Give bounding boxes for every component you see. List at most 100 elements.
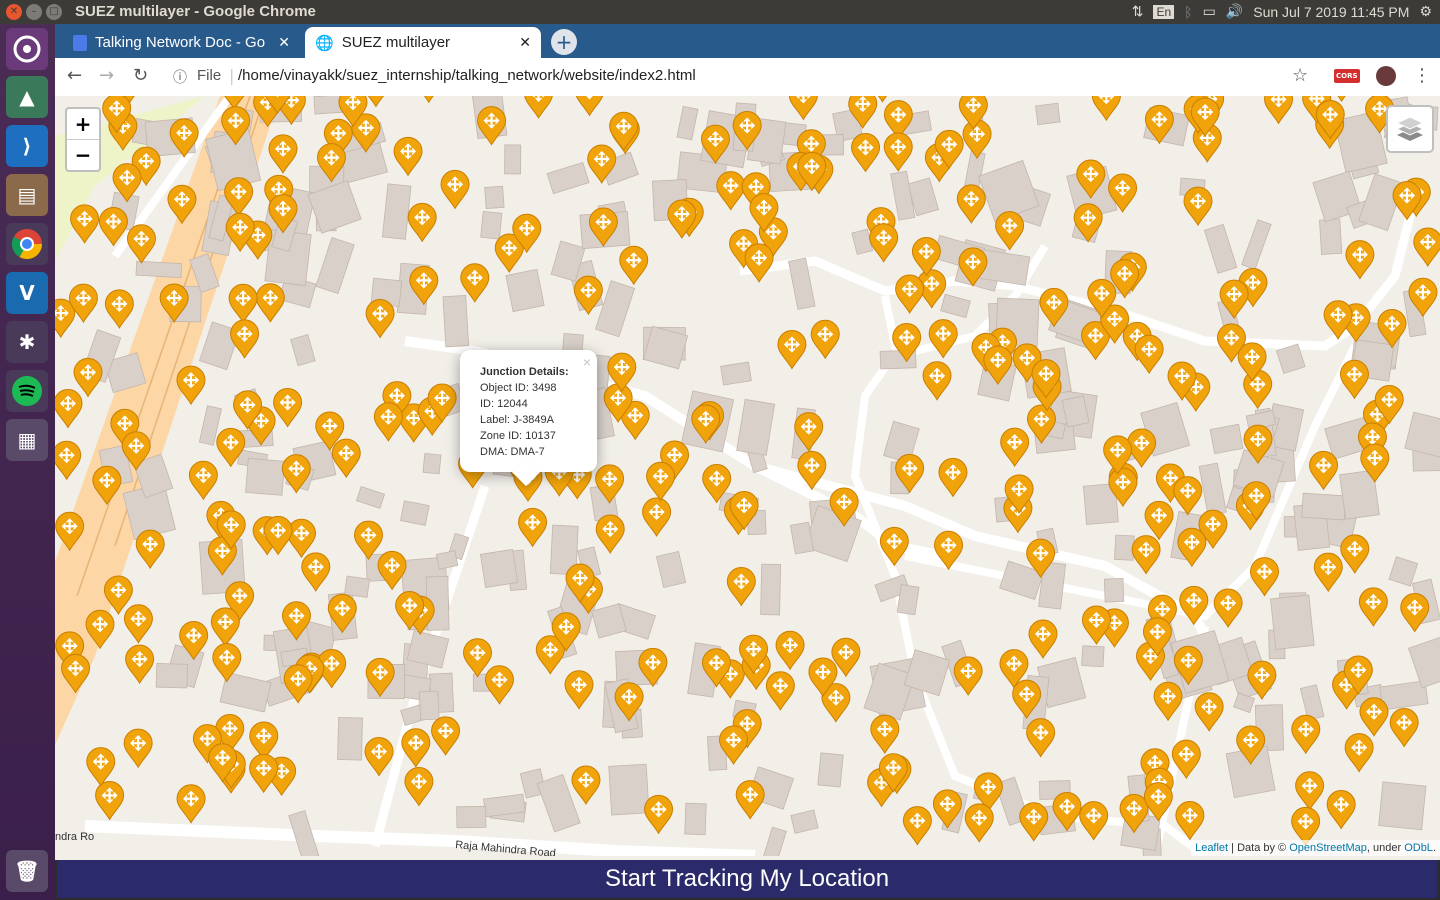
junction-marker[interactable]: [1340, 534, 1370, 574]
trash-icon[interactable]: 🗑: [6, 850, 48, 892]
spotify-icon[interactable]: [6, 370, 48, 412]
junction-marker[interactable]: [777, 330, 807, 370]
reload-button[interactable]: ↻: [133, 65, 148, 86]
junction-marker[interactable]: [415, 96, 443, 104]
junction-marker[interactable]: [377, 551, 407, 591]
junction-marker[interactable]: [911, 237, 941, 277]
junction-marker[interactable]: [995, 211, 1025, 251]
junction-marker[interactable]: [744, 243, 774, 283]
window-minimize-button[interactable]: –: [26, 4, 42, 20]
junction-marker[interactable]: [1028, 619, 1058, 659]
junction-marker[interactable]: [431, 716, 461, 756]
junction-marker[interactable]: [956, 184, 986, 224]
junction-marker[interactable]: [373, 402, 403, 442]
junction-marker[interactable]: [55, 440, 82, 481]
junction-marker[interactable]: [964, 803, 994, 843]
junction-marker[interactable]: [1091, 96, 1121, 122]
junction-marker[interactable]: [210, 607, 240, 647]
junction-marker[interactable]: [788, 96, 818, 121]
junction-marker[interactable]: [176, 365, 206, 406]
junction-marker[interactable]: [1344, 733, 1374, 773]
popup-close-button[interactable]: ×: [583, 354, 591, 370]
osm-link[interactable]: OpenStreetMap: [1289, 842, 1367, 854]
junction-marker[interactable]: [104, 289, 134, 329]
junction-marker[interactable]: [1295, 771, 1325, 811]
junction-marker[interactable]: [1339, 359, 1369, 400]
junction-marker[interactable]: [1243, 369, 1273, 410]
junction-marker[interactable]: [869, 223, 899, 263]
ubuntu-dash-icon[interactable]: [6, 28, 48, 70]
chrome-icon[interactable]: [6, 223, 48, 265]
junction-marker[interactable]: [463, 638, 493, 678]
zoom-out-button[interactable]: −: [67, 140, 99, 170]
junction-marker[interactable]: [646, 461, 676, 502]
junction-marker[interactable]: [571, 765, 601, 805]
junction-marker[interactable]: [1177, 527, 1207, 568]
clock[interactable]: Sun Jul 7 2019 11:45 PM: [1253, 4, 1409, 20]
tab-close-icon[interactable]: ✕: [519, 34, 531, 51]
junction-marker[interactable]: [1134, 334, 1164, 375]
junction-marker[interactable]: [619, 245, 649, 286]
junction-marker[interactable]: [73, 357, 103, 398]
back-button[interactable]: ←: [67, 65, 82, 86]
junction-marker[interactable]: [810, 319, 840, 360]
junction-marker[interactable]: [1173, 476, 1203, 516]
junction-marker[interactable]: [644, 794, 674, 835]
junction-marker[interactable]: [1026, 718, 1056, 758]
junction-marker[interactable]: [1079, 801, 1109, 841]
tab-suez-multilayer[interactable]: 🌐 SUEZ multilayer ✕: [305, 27, 541, 58]
junction-marker[interactable]: [401, 728, 431, 768]
junction-marker[interactable]: [1183, 186, 1213, 227]
forward-button[interactable]: →: [99, 65, 114, 86]
tab-talking-network-doc[interactable]: Talking Network Doc - Go ✕: [63, 27, 300, 58]
junction-marker[interactable]: [249, 753, 279, 794]
leaflet-map[interactable]: Raja Mahindra Road ndra Ro + − × Junctio…: [55, 96, 1440, 856]
junction-marker[interactable]: [125, 644, 155, 685]
junction-marker[interactable]: [268, 134, 298, 174]
junction-marker[interactable]: [95, 781, 125, 821]
junction-marker[interactable]: [353, 520, 383, 561]
junction-marker[interactable]: [1400, 593, 1430, 633]
junction-marker[interactable]: [1358, 587, 1388, 627]
junction-marker[interactable]: [135, 529, 165, 570]
junction-marker[interactable]: [1326, 790, 1356, 830]
junction-marker[interactable]: [123, 728, 153, 769]
new-tab-button[interactable]: +: [551, 29, 577, 55]
junction-marker[interactable]: [404, 767, 434, 807]
junction-marker[interactable]: [1153, 681, 1183, 722]
network-tool-icon[interactable]: ✱: [6, 321, 48, 363]
junction-marker[interactable]: [524, 96, 553, 119]
junction-marker[interactable]: [86, 747, 116, 787]
junction-marker[interactable]: [851, 133, 881, 173]
junction-marker[interactable]: [895, 274, 925, 314]
junction-marker[interactable]: [1413, 227, 1440, 267]
junction-marker[interactable]: [1359, 697, 1389, 737]
tab-close-icon[interactable]: ✕: [278, 34, 290, 51]
window-close-button[interactable]: ✕: [6, 4, 22, 20]
junction-marker[interactable]: [938, 457, 968, 498]
junction-marker[interactable]: [609, 111, 639, 152]
junction-marker[interactable]: [1313, 552, 1343, 593]
zoom-in-button[interactable]: +: [67, 109, 99, 140]
vnc-viewer-icon[interactable]: V: [6, 272, 48, 314]
android-studio-icon[interactable]: ▲: [6, 76, 48, 118]
junction-marker[interactable]: [1131, 535, 1161, 575]
map-tiles[interactable]: Raja Mahindra Road ndra Ro: [55, 96, 1440, 856]
junction-marker[interactable]: [518, 507, 548, 548]
file-manager-icon[interactable]: ▤: [6, 174, 48, 216]
junction-marker[interactable]: [1389, 708, 1419, 748]
address-bar[interactable]: /home/vinayakk/suez_internship/talking_n…: [238, 67, 696, 84]
junction-marker[interactable]: [1264, 96, 1294, 125]
battery-icon[interactable]: ▭: [1203, 3, 1216, 20]
layers-control-button[interactable]: [1386, 105, 1434, 153]
junction-marker[interactable]: [564, 670, 594, 710]
junction-marker[interactable]: [1144, 500, 1174, 541]
junction-marker[interactable]: [735, 780, 765, 820]
junction-marker[interactable]: [928, 319, 958, 359]
odbl-link[interactable]: ODbL: [1404, 842, 1433, 854]
cors-extension-icon[interactable]: CORS: [1334, 69, 1360, 83]
junction-marker[interactable]: [962, 119, 992, 160]
junction-marker[interactable]: [575, 96, 604, 117]
junction-marker[interactable]: [477, 106, 507, 146]
junction-marker[interactable]: [55, 389, 83, 429]
